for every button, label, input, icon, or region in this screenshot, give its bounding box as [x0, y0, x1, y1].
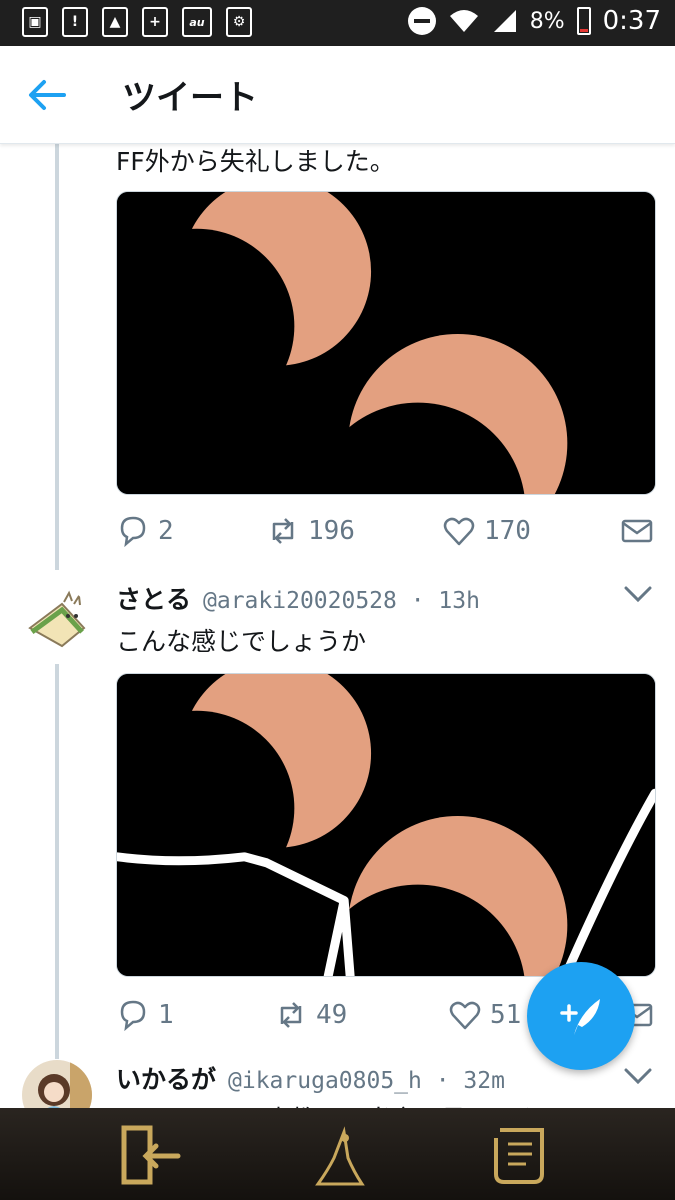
retweet-count: 196 — [308, 516, 355, 546]
chevron-down-icon[interactable] — [623, 584, 653, 604]
reply-button[interactable]: 1 — [116, 998, 174, 1032]
wifi-icon — [449, 10, 478, 32]
display-name[interactable]: さとる — [116, 580, 191, 616]
reply-count: 2 — [158, 516, 174, 546]
tweet-author: さとる @araki20020528 · 13h — [116, 580, 480, 616]
heart-icon — [449, 1001, 481, 1030]
app-header: ツイート — [0, 46, 675, 144]
do-not-disturb-icon — [407, 7, 436, 35]
reply-icon — [120, 1000, 146, 1032]
clock: 0:37 — [602, 6, 661, 36]
avatar[interactable] — [22, 588, 92, 658]
au-icon: au — [182, 7, 212, 37]
battery-saver-icon: + — [142, 7, 168, 37]
feather-plus-icon — [560, 999, 600, 1035]
tweet-text: こんな感じでしょうか — [116, 627, 367, 656]
dm-button[interactable] — [620, 514, 654, 548]
home-candle-icon[interactable] — [304, 1122, 374, 1188]
tweet-actions: 2 196 170 — [116, 514, 656, 554]
page-title: ツイート — [122, 78, 258, 118]
mail-icon — [621, 519, 653, 543]
handle-timestamp: @ikaruga0805_h · 32m — [228, 1068, 505, 1094]
battery-percent: 8% — [529, 8, 565, 34]
thread-connector — [55, 664, 59, 1059]
handle-timestamp: @araki20020528 · 13h — [203, 588, 480, 614]
tweet-image[interactable] — [116, 673, 656, 977]
recent-apps-scroll-icon[interactable] — [486, 1122, 556, 1188]
retweet-icon — [280, 1002, 302, 1028]
reply-icon — [120, 516, 146, 548]
like-button[interactable]: 51 — [448, 998, 521, 1032]
retweet-button[interactable]: 49 — [274, 998, 347, 1032]
reply-button[interactable]: 2 — [116, 514, 174, 548]
heart-icon — [443, 517, 475, 546]
status-bar: ▣ ! ▲ + au ⚙ 8% 0:37 — [0, 0, 675, 46]
alert-icon: ! — [62, 7, 88, 37]
compose-tweet-button[interactable] — [527, 962, 635, 1070]
tweet-author: いかるが @ikaruga0805_h · 32m — [116, 1060, 505, 1096]
tweet-text: FF外から失礼しました。 — [116, 147, 395, 176]
retweet-button[interactable]: 196 — [266, 514, 355, 548]
contacts-icon: ▣ — [22, 7, 48, 37]
signal-icon — [493, 10, 516, 32]
tweet-image[interactable] — [116, 191, 656, 495]
system-nav-bar — [0, 1108, 675, 1200]
notification-icons: ▣ ! ▲ + au ⚙ — [22, 7, 252, 37]
reply-count: 1 — [158, 1000, 174, 1030]
display-name[interactable]: いかるが — [116, 1060, 216, 1096]
back-arrow-icon[interactable] — [26, 74, 68, 116]
thread-connector — [55, 144, 59, 570]
like-count: 170 — [484, 516, 531, 546]
retweet-count: 49 — [316, 1000, 348, 1030]
chevron-down-icon[interactable] — [623, 1066, 653, 1086]
like-button[interactable]: 170 — [442, 514, 531, 548]
system-indicators: 8% 0:37 — [407, 6, 661, 36]
like-count: 51 — [490, 1000, 522, 1030]
back-door-icon[interactable] — [112, 1122, 182, 1188]
nfc-icon: ⚙ — [226, 7, 252, 37]
battery-icon — [576, 7, 591, 35]
retweet-icon — [272, 518, 294, 544]
image-icon: ▲ — [102, 7, 128, 37]
